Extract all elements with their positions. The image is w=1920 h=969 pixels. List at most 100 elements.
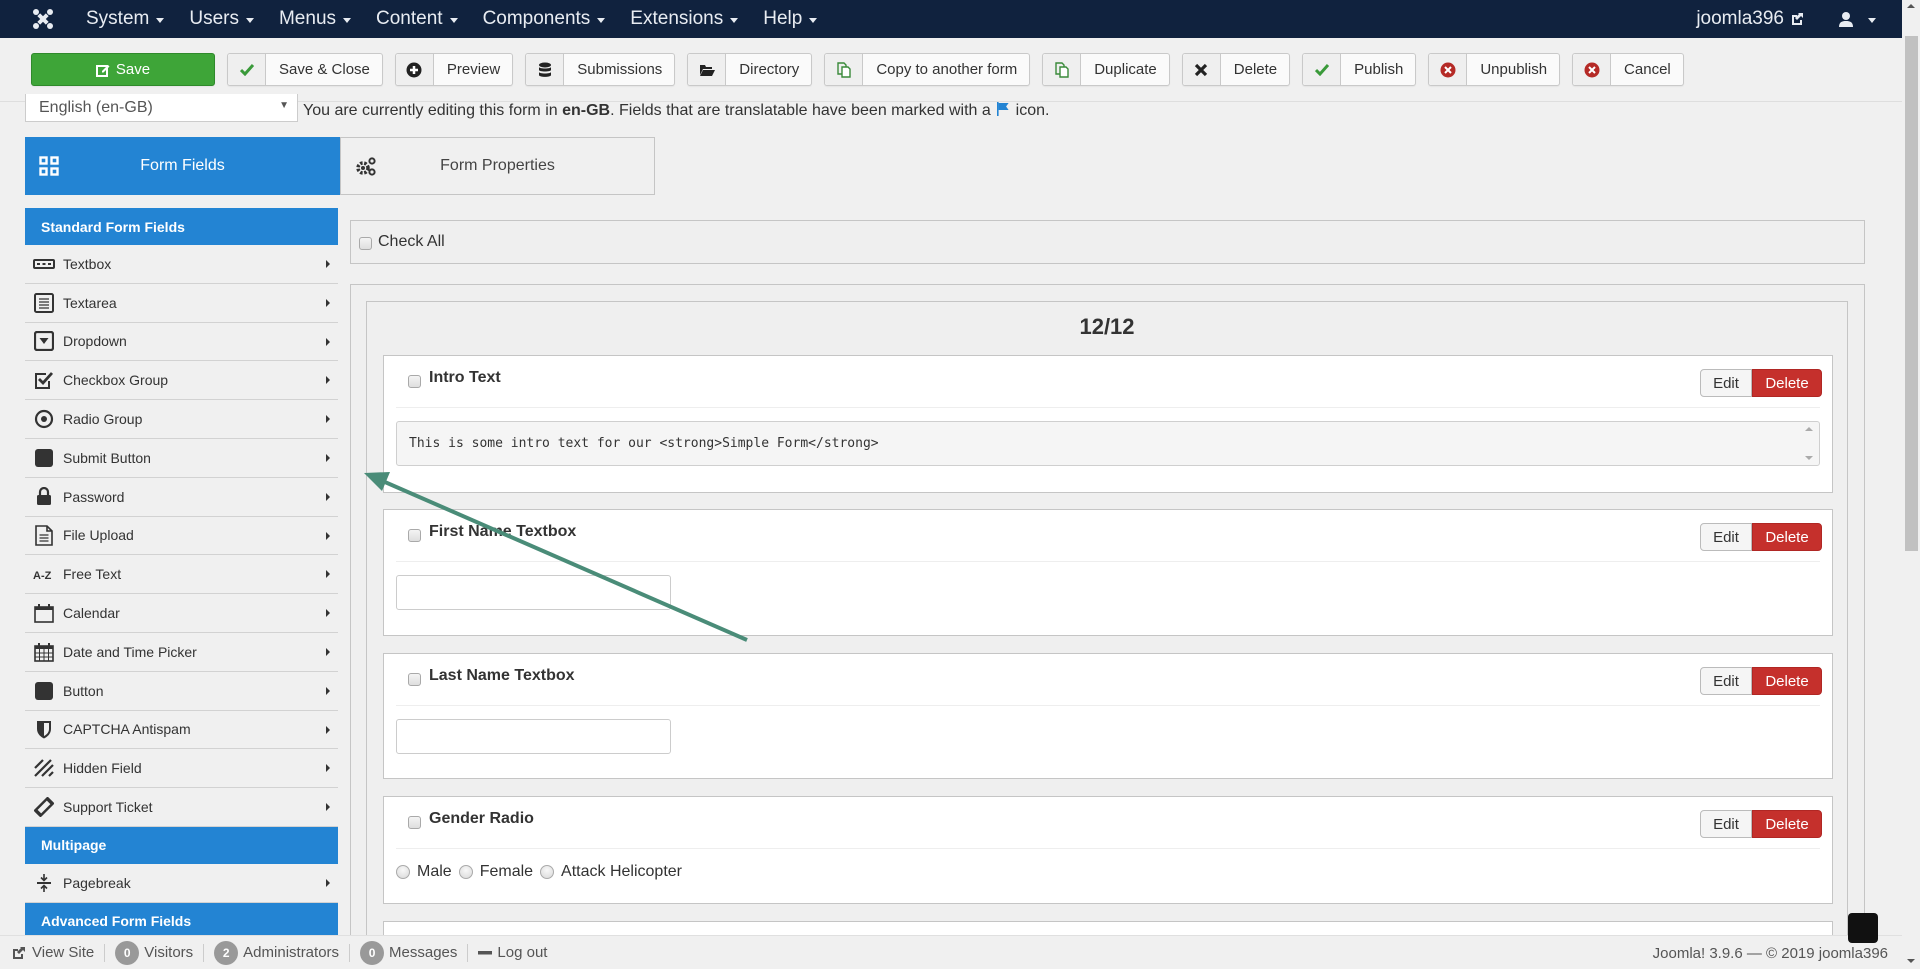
sidebar-item-textbox[interactable]: Textbox — [25, 245, 338, 284]
field-card-body — [384, 719, 1832, 754]
language-select[interactable]: English (en-GB) ▼ — [25, 94, 298, 122]
field-card-first-name: First Name Textbox Edit Delete — [383, 509, 1833, 636]
edit-button[interactable]: Edit — [1700, 667, 1752, 695]
menu-label: Menus — [278, 8, 337, 29]
menu-components[interactable]: Components — [471, 0, 619, 38]
divider — [104, 943, 106, 962]
radio-button[interactable] — [540, 865, 555, 879]
sidebar-item-button[interactable]: Button — [25, 671, 338, 711]
unpublish-button[interactable]: Unpublish — [1428, 53, 1561, 86]
caret-right-icon — [326, 764, 330, 773]
sidebar-item-password[interactable]: Password — [25, 477, 338, 517]
first-name-input[interactable] — [396, 575, 671, 610]
sidebar-item-hidden-field[interactable]: Hidden Field — [25, 749, 338, 789]
edit-button[interactable]: Edit — [1700, 810, 1752, 838]
delete-button[interactable]: Delete — [1752, 523, 1822, 551]
button-icon — [25, 448, 63, 468]
sidebar-item-radio-group[interactable]: Radio Group — [25, 400, 338, 439]
sidebar-section-standard: Standard Form Fields — [25, 208, 338, 245]
cancel-button[interactable]: Cancel — [1572, 53, 1684, 86]
sidebar-item-label: Submit Button — [63, 449, 151, 466]
delete-button[interactable]: Delete — [1752, 369, 1822, 397]
scroll-up-icon[interactable] — [1907, 4, 1915, 8]
administrators-link[interactable]: 2 Administrators — [214, 940, 339, 965]
directory-button[interactable]: Directory — [687, 53, 813, 86]
tab-form-properties[interactable]: Form Properties — [340, 137, 655, 195]
save-button[interactable]: Save — [31, 53, 215, 86]
sidebar-item-label: CAPTCHA Antispam — [63, 721, 191, 738]
duplicate-button[interactable]: Duplicate — [1042, 53, 1170, 86]
check-all-checkbox[interactable] — [359, 236, 372, 250]
menu-system[interactable]: System — [74, 0, 177, 38]
field-select-checkbox[interactable] — [408, 375, 421, 388]
sidebar-item-calendar[interactable]: Calendar — [25, 594, 338, 633]
tab-label: Form Properties — [440, 157, 555, 174]
check-all-bar: Check All — [350, 220, 1865, 264]
edit-button[interactable]: Edit — [1700, 523, 1752, 551]
note-text: icon. — [1011, 102, 1050, 119]
sidebar-item-support-ticket[interactable]: Support Ticket — [25, 788, 338, 827]
radio-icon — [25, 409, 63, 429]
tab-form-fields[interactable]: Form Fields — [25, 137, 340, 195]
scroll-thumb[interactable] — [1905, 36, 1918, 551]
radio-button[interactable] — [458, 865, 473, 879]
radio-option-female[interactable]: Female — [458, 863, 533, 881]
preview-button[interactable]: Preview — [394, 53, 514, 86]
radio-button[interactable] — [396, 865, 410, 879]
messages-link[interactable]: 0 Messages — [360, 940, 458, 965]
field-card-intro-text: Intro Text Edit Delete This is some intr… — [383, 355, 1833, 493]
joomla-logo-icon[interactable] — [24, 0, 62, 38]
menu-extensions[interactable]: Extensions — [618, 0, 751, 38]
intro-text-preview[interactable]: This is some intro text for our <strong>… — [396, 421, 1820, 466]
menu-menus[interactable]: Menus — [267, 0, 364, 38]
sidebar-item-textarea[interactable]: Textarea — [25, 283, 338, 323]
messages-label: Messages — [389, 944, 458, 961]
logout-link[interactable]: Log out — [478, 944, 547, 961]
delete-button[interactable]: Delete — [1181, 53, 1291, 86]
sidebar-item-label: Date and Time Picker — [63, 643, 197, 660]
caret-right-icon — [326, 725, 330, 734]
radio-option-male[interactable]: Male — [396, 863, 452, 881]
delete-button[interactable]: Delete — [1752, 667, 1822, 695]
submissions-button[interactable]: Submissions — [525, 53, 676, 86]
radio-option-attack-helicopter[interactable]: Attack Helicopter — [540, 863, 682, 881]
sidebar-item-date-time-picker[interactable]: Date and Time Picker — [25, 632, 338, 672]
intro-text-content: This is some intro text for our <strong>… — [409, 436, 879, 451]
delete-button[interactable]: Delete — [1752, 810, 1822, 838]
save-close-button[interactable]: Save & Close — [227, 53, 383, 86]
field-select-checkbox[interactable] — [408, 529, 421, 542]
divider — [349, 943, 351, 962]
menu-content[interactable]: Content — [364, 0, 471, 38]
caret-down-icon — [597, 17, 606, 23]
menu-help[interactable]: Help — [751, 0, 830, 38]
edit-button[interactable]: Edit — [1700, 369, 1752, 397]
sidebar-item-captcha[interactable]: CAPTCHA Antispam — [25, 710, 338, 750]
copy-to-form-button[interactable]: Copy to another form — [824, 53, 1031, 86]
field-select-checkbox[interactable] — [408, 673, 421, 686]
sidebar-item-file-upload[interactable]: File Upload — [25, 516, 338, 556]
sidebar-item-free-text[interactable]: A-Z Free Text — [25, 555, 338, 595]
last-name-input[interactable] — [396, 719, 671, 754]
menu-users[interactable]: Users — [177, 0, 267, 38]
page-scrollbar[interactable] — [1902, 0, 1920, 969]
scroll-down-icon[interactable] — [1907, 959, 1915, 963]
user-menu[interactable] — [1838, 11, 1876, 27]
view-site-link[interactable]: View Site — [12, 944, 94, 961]
site-link[interactable]: joomla396 — [1696, 8, 1804, 30]
textarea-scrollbar[interactable] — [1804, 427, 1814, 460]
sidebar-item-dropdown[interactable]: Dropdown — [25, 322, 338, 362]
textbox-icon — [25, 258, 63, 269]
sidebar-item-checkbox-group[interactable]: Checkbox Group — [25, 361, 338, 401]
visitors-link[interactable]: 0 Visitors — [115, 940, 193, 965]
field-select-checkbox[interactable] — [408, 816, 421, 829]
publish-button[interactable]: Publish — [1302, 53, 1417, 86]
user-icon — [1839, 12, 1853, 27]
sidebar-item-pagebreak[interactable]: Pagebreak — [25, 863, 338, 903]
button-label: Directory — [739, 61, 800, 78]
sidebar-item-submit-button[interactable]: Submit Button — [25, 438, 338, 478]
check-all-label[interactable]: Check All — [378, 233, 445, 251]
button-label: Unpublish — [1480, 61, 1548, 78]
divider — [203, 943, 205, 962]
sidebar-item-label: Hidden Field — [63, 760, 142, 777]
floating-widget[interactable] — [1848, 913, 1878, 943]
